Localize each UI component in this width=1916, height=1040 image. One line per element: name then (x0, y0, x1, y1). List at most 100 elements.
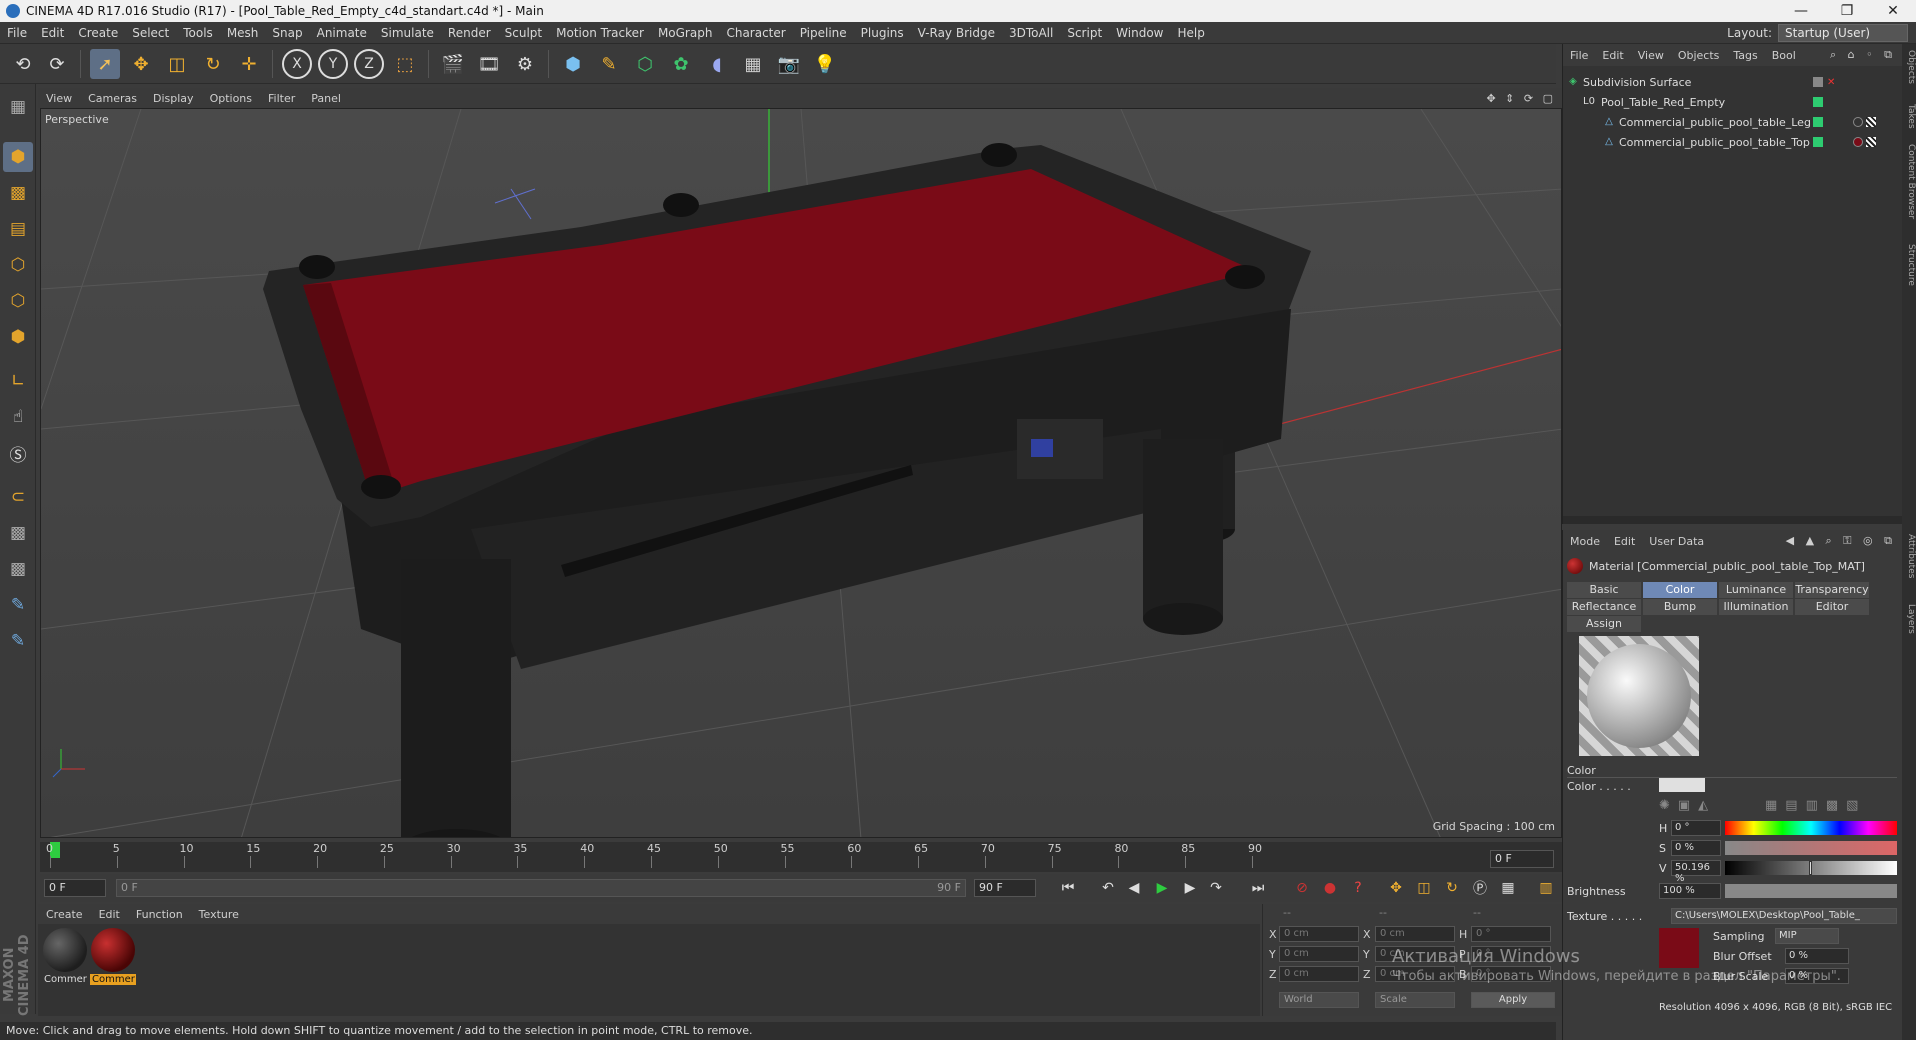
workplane-mode-icon[interactable]: ▤ (3, 214, 33, 244)
axis-mode-icon[interactable]: ∟ (3, 366, 33, 396)
texture-mode-icon[interactable]: ▩ (3, 178, 33, 208)
om-toolbar-icons[interactable]: ⌕ ⌂ ◦ ⧉ (1830, 48, 1902, 62)
sampling-dropdown[interactable]: MIP (1775, 928, 1839, 944)
menu-snap[interactable]: Snap (265, 26, 309, 40)
side-tab-structure[interactable]: Structure (1902, 244, 1916, 286)
object-row-pool-table[interactable]: L0 Pool_Table_Red_Empty (1563, 92, 1903, 112)
tweak-mode-icon[interactable]: ☝ (3, 402, 33, 432)
redo-icon[interactable]: ⟳ (42, 49, 72, 79)
coord-pos-z-field[interactable]: 0 cm (1279, 966, 1359, 982)
material-tag-leg-icon[interactable] (1853, 117, 1863, 127)
menu-render[interactable]: Render (441, 26, 498, 40)
magnet-icon[interactable]: ⊂ (3, 482, 33, 512)
color-picker-mode-icons[interactable]: ✺▣◭ (1659, 798, 1716, 813)
scale-tool-icon[interactable]: ◫ (162, 49, 192, 79)
planar-workplane-icon[interactable]: ▩ (3, 554, 33, 584)
om-menu-file[interactable]: File (1563, 49, 1595, 62)
menu-script[interactable]: Script (1060, 26, 1109, 40)
tab-editor[interactable]: Editor (1795, 599, 1869, 615)
coord-rot-h-field[interactable]: 0 ° (1471, 926, 1551, 942)
frame-range-slider[interactable]: 0 F 90 F (116, 879, 966, 897)
go-to-end-icon[interactable]: ⏭ (1246, 876, 1270, 900)
material-menu-edit[interactable]: Edit (91, 908, 128, 921)
viewport-menu-options[interactable]: Options (202, 92, 260, 105)
key-pla-icon[interactable]: ▦ (1496, 876, 1520, 900)
menu-tools[interactable]: Tools (176, 26, 220, 40)
start-frame-field[interactable]: 0 F (44, 879, 106, 897)
snapping-icon[interactable]: Ⓢ (3, 438, 33, 468)
next-key-icon[interactable]: ↷ (1204, 876, 1228, 900)
deformer-icon[interactable]: ◖ (702, 49, 732, 79)
side-tab-attributes[interactable]: Attributes (1902, 534, 1916, 578)
coord-system-dropdown[interactable]: World (1279, 992, 1359, 1008)
menu-create[interactable]: Create (71, 26, 125, 40)
menu-mograph[interactable]: MoGraph (651, 26, 720, 40)
render-settings-icon[interactable]: ⚙ (510, 49, 540, 79)
menu-help[interactable]: Help (1170, 26, 1211, 40)
current-frame-field[interactable]: 0 F (1490, 850, 1554, 868)
record-keys-icon[interactable]: ⊘ (1290, 876, 1314, 900)
close-button[interactable]: ✕ (1870, 3, 1916, 19)
timeline-ruler[interactable]: 0 5 10 15 20 25 30 35 40 45 50 55 60 65 70 75 80 85 90 (40, 842, 1562, 872)
brightness-slider[interactable] (1725, 884, 1897, 898)
viewport-menu-panel[interactable]: Panel (303, 92, 349, 105)
om-menu-view[interactable]: View (1631, 49, 1671, 62)
object-manager-scrollbar[interactable] (1563, 516, 1903, 524)
play-icon[interactable]: ▶ (1150, 876, 1174, 900)
coord-pos-y-field[interactable]: 0 cm (1279, 946, 1359, 962)
points-mode-icon[interactable]: ⬡ (3, 250, 33, 280)
coordinate-system-icon[interactable]: ⬚ (390, 49, 420, 79)
object-row-top[interactable]: △ Commercial_public_pool_table_Top (1563, 132, 1903, 152)
material-menu-create[interactable]: Create (38, 908, 91, 921)
layout-dropdown[interactable]: Startup (User) (1778, 23, 1908, 42)
next-frame-icon[interactable]: ▶ (1178, 876, 1202, 900)
material-top[interactable]: Commer (90, 928, 136, 985)
coord-apply-button[interactable]: Apply (1471, 992, 1555, 1008)
menu-3dtoall[interactable]: 3DToAll (1002, 26, 1060, 40)
python-script-2-icon[interactable]: ✎ (3, 626, 33, 656)
om-menu-tags[interactable]: Tags (1726, 49, 1764, 62)
viewport-menu-filter[interactable]: Filter (260, 92, 303, 105)
menu-mesh[interactable]: Mesh (220, 26, 266, 40)
menu-pipeline[interactable]: Pipeline (793, 26, 854, 40)
workplane-lock-icon[interactable]: ▩ (3, 518, 33, 548)
live-selection-icon[interactable]: ➚ (90, 49, 120, 79)
tab-illumination[interactable]: Illumination (1719, 599, 1793, 615)
key-position-icon[interactable]: ✥ (1384, 876, 1408, 900)
python-script-icon[interactable]: ✎ (3, 590, 33, 620)
value-slider[interactable] (1725, 861, 1897, 875)
om-menu-objects[interactable]: Objects (1671, 49, 1727, 62)
menu-window[interactable]: Window (1109, 26, 1170, 40)
menu-file[interactable]: File (0, 26, 34, 40)
object-row-leg[interactable]: △ Commercial_public_pool_table_Leg (1563, 112, 1903, 132)
coord-size-x-field[interactable]: 0 cm (1375, 926, 1455, 942)
color-picker-extra-icons[interactable]: ▦▤▥▩▧ (1765, 798, 1866, 813)
tab-assign[interactable]: Assign (1567, 616, 1641, 632)
tab-reflectance[interactable]: Reflectance (1567, 599, 1641, 615)
side-tab-content-browser[interactable]: Content Browser (1902, 144, 1916, 219)
material-preview[interactable] (1579, 636, 1699, 756)
material-leg[interactable]: Commer (42, 928, 88, 985)
previous-frame-icon[interactable]: ◀ (1122, 876, 1146, 900)
saturation-field[interactable]: 0 % (1671, 840, 1721, 856)
tab-color[interactable]: Color (1643, 582, 1717, 598)
timeline-window-icon[interactable]: ▥ (1534, 876, 1558, 900)
3d-viewport[interactable]: Perspective Grid Spacing : 100 cm (40, 108, 1562, 838)
menu-motion-tracker[interactable]: Motion Tracker (549, 26, 651, 40)
minimize-button[interactable]: — (1778, 3, 1824, 19)
attr-menu-edit[interactable]: Edit (1607, 535, 1642, 548)
viewport-menu-cameras[interactable]: Cameras (80, 92, 145, 105)
render-picture-viewer-icon[interactable]: 🎞 (474, 49, 504, 79)
model-mode-icon[interactable]: ⬢ (3, 142, 33, 172)
side-tab-layers[interactable]: Layers (1902, 604, 1916, 634)
menu-plugins[interactable]: Plugins (854, 26, 911, 40)
cloner-icon[interactable]: ✿ (666, 49, 696, 79)
menu-edit[interactable]: Edit (34, 26, 71, 40)
menu-simulate[interactable]: Simulate (374, 26, 441, 40)
attr-menu-user-data[interactable]: User Data (1642, 535, 1711, 548)
material-menu-function[interactable]: Function (128, 908, 191, 921)
texture-tag-top-icon[interactable] (1866, 137, 1876, 147)
material-tag-top-icon[interactable] (1853, 137, 1863, 147)
y-axis-lock-icon[interactable]: Y (318, 49, 348, 79)
coord-pos-x-field[interactable]: 0 cm (1279, 926, 1359, 942)
